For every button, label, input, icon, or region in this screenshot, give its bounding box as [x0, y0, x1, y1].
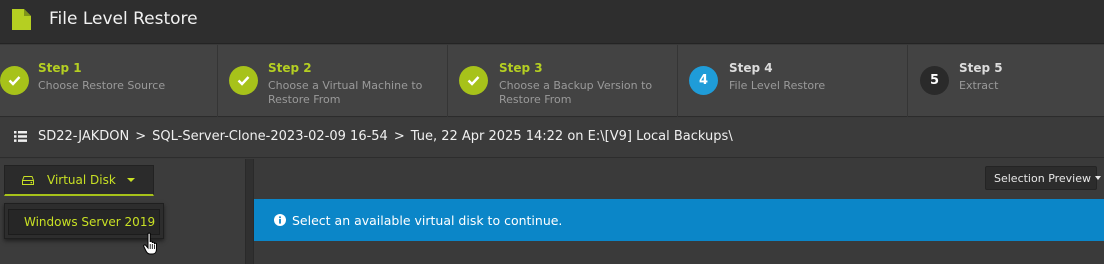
step-number: 4 [689, 66, 718, 95]
step-4[interactable]: 4 Step 4 File Level Restore [678, 45, 908, 117]
step-description: Choose Restore Source [38, 79, 166, 92]
info-icon [274, 214, 286, 226]
selection-preview-label: Selection Preview [994, 171, 1092, 185]
step-description: File Level Restore [729, 79, 826, 92]
step-title: Step 3 [499, 61, 543, 75]
step-1[interactable]: Step 1 Choose Restore Source [0, 45, 218, 117]
breadcrumb-item-server[interactable]: SD22-JAKDON [38, 129, 129, 144]
step-description: Choose a Virtual Machine to Restore From [268, 79, 423, 106]
virtual-disk-label: Virtual Disk [47, 173, 116, 187]
step-description: Choose a Backup Version to Restore From [499, 79, 653, 106]
chevron-down-icon [126, 178, 135, 182]
breadcrumb: SD22-JAKDON > SQL-Server-Clone-2023-02-09 … [0, 118, 1104, 158]
breadcrumb-path: SD22-JAKDON > SQL-Server-Clone-2023-02-09 … [38, 129, 733, 144]
step-2[interactable]: Step 2 Choose a Virtual Machine to Resto… [218, 45, 448, 117]
title-bar: File Level Restore [0, 0, 1104, 44]
hard-drive-icon [22, 175, 34, 185]
app-title: File Level Restore [49, 9, 198, 29]
check-icon [229, 66, 258, 95]
virtual-disk-button[interactable]: Virtual Disk [4, 165, 154, 196]
step-title: Step 2 [268, 61, 312, 75]
step-5[interactable]: 5 Step 5 Extract [908, 45, 1104, 117]
info-alert: Select an available virtual disk to cont… [254, 199, 1104, 241]
document-icon [12, 9, 31, 30]
step-title: Step 1 [38, 61, 82, 75]
right-panel: Selection Preview Select an available vi… [254, 159, 1104, 264]
step-description: Extract [959, 79, 999, 92]
panel-splitter[interactable] [245, 159, 254, 264]
step-title: Step 4 [729, 61, 773, 75]
hand-cursor-icon [143, 232, 157, 255]
breadcrumb-item-backup-version[interactable]: Tue, 22 Apr 2025 14:22 on E:\[V9] Local … [411, 129, 733, 144]
virtual-disk-dropdown: Windows Server 2019 [4, 203, 164, 239]
check-icon [459, 66, 488, 95]
breadcrumb-item-vm[interactable]: SQL-Server-Clone-2023-02-09 16-54 [152, 129, 388, 144]
step-3[interactable]: Step 3 Choose a Backup Version to Restor… [448, 45, 678, 117]
breadcrumb-separator: > [393, 129, 405, 144]
list-icon [14, 131, 27, 142]
info-message: Select an available virtual disk to cont… [292, 212, 563, 228]
step-title: Step 5 [959, 61, 1003, 75]
left-panel: Virtual Disk Windows Server 2019 [0, 159, 245, 264]
breadcrumb-separator: > [135, 129, 147, 144]
dropdown-item-windows-server-2019[interactable]: Windows Server 2019 [8, 209, 160, 235]
caret-down-icon [1095, 176, 1102, 180]
step-number: 5 [920, 66, 949, 95]
wizard-steps: Step 1 Choose Restore Source Step 2 Choo… [0, 45, 1104, 117]
check-icon [0, 66, 29, 95]
selection-preview-button[interactable]: Selection Preview [985, 166, 1102, 190]
